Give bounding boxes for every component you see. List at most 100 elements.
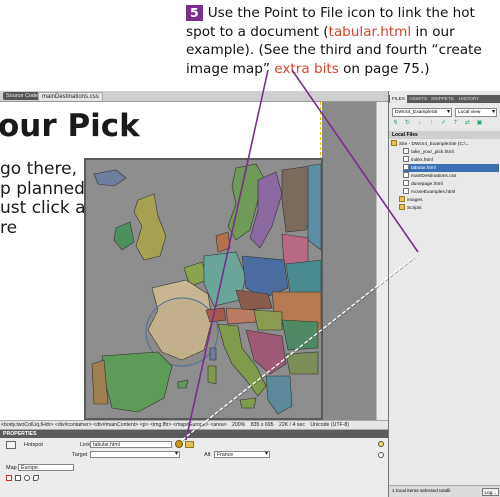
files-panel-tabs: FILES ASSETS SNIPPETS HISTORY bbox=[389, 95, 500, 103]
css-file-icon bbox=[403, 172, 409, 178]
map-russia-north bbox=[307, 163, 321, 251]
refresh-icon[interactable]: ↻ bbox=[404, 120, 411, 127]
map-label: Map bbox=[6, 465, 17, 471]
files-status-bar: 1 local items selected totalli Log... bbox=[389, 485, 500, 497]
callout-extra-bits: extra bits bbox=[274, 60, 339, 77]
help-icon[interactable] bbox=[378, 441, 384, 447]
tree-item[interactable]: images bbox=[399, 196, 422, 204]
map-bulgaria bbox=[285, 351, 319, 375]
callout-text-3: on page 75.) bbox=[338, 60, 430, 77]
status-info: 200% 835 x 695 22K / 4 sec Unicode (UTF-… bbox=[232, 421, 353, 430]
dreamweaver-window: Source Code mainDestinations.css our Pic… bbox=[0, 91, 500, 497]
body-line: ust click a bbox=[0, 198, 86, 218]
tree-item[interactable]: Site - DWcs4_ExampleSite (C:\... bbox=[391, 140, 470, 148]
sync-icon[interactable]: ⇄ bbox=[464, 120, 471, 127]
europe-map-graphic bbox=[91, 163, 321, 415]
alt-label: Alt bbox=[204, 452, 211, 458]
step-number-badge: 5 bbox=[186, 5, 203, 21]
site-select[interactable]: DWcs4_ExampleSit bbox=[392, 108, 452, 117]
point-to-file-icon[interactable] bbox=[175, 440, 183, 448]
body-line: re bbox=[0, 217, 18, 238]
put-files-icon[interactable]: ↑ bbox=[428, 120, 435, 127]
source-code-tab[interactable]: Source Code bbox=[3, 92, 42, 100]
tag-selector[interactable]: <body.twoColLiq.tHdr> <div#container> <d… bbox=[1, 421, 227, 430]
design-view[interactable]: our Pick go there, p planned ust click a… bbox=[0, 102, 376, 420]
polygon-hotspot-tool[interactable] bbox=[33, 475, 39, 481]
zoom-level[interactable]: 200% bbox=[232, 422, 245, 428]
map-name-input[interactable]: Europe bbox=[18, 464, 74, 471]
files-status-text: 1 local items selected totalli bbox=[392, 489, 451, 494]
body-line: go there, bbox=[0, 159, 77, 179]
map-austria bbox=[225, 307, 257, 325]
map-baltics bbox=[281, 233, 309, 265]
tree-item-selected[interactable]: tabular.html bbox=[403, 164, 499, 172]
browse-folder-icon[interactable] bbox=[185, 441, 194, 448]
connect-icon[interactable]: ↯ bbox=[392, 120, 399, 127]
design-vertical-scrollbar[interactable] bbox=[376, 102, 388, 420]
instruction-callout: 5 Use the Point to File icon to link the … bbox=[186, 4, 498, 78]
get-files-icon[interactable]: ↓ bbox=[416, 120, 423, 127]
map-spain bbox=[101, 351, 173, 413]
folder-icon bbox=[399, 204, 405, 210]
hotspot-label: Hotspot bbox=[24, 442, 43, 448]
quick-tag-icon[interactable] bbox=[378, 452, 384, 458]
rectangle-hotspot-tool[interactable] bbox=[15, 475, 21, 481]
properties-panel: Hotspot Link tabular.html Target Alt Fra… bbox=[0, 438, 388, 497]
properties-header[interactable]: PROPERTIES bbox=[0, 430, 388, 438]
local-files-header: Local Files bbox=[389, 131, 500, 139]
map-ireland bbox=[113, 221, 135, 251]
tree-item[interactable]: index.html bbox=[403, 156, 433, 164]
folder-icon bbox=[391, 140, 397, 146]
tree-item[interactable]: dunepage.html bbox=[403, 180, 443, 188]
expand-icon[interactable]: ▣ bbox=[476, 120, 483, 127]
window-size[interactable]: 835 x 695 bbox=[251, 422, 274, 428]
html-file-icon bbox=[403, 180, 409, 186]
map-iceland bbox=[93, 169, 127, 187]
log-button[interactable]: Log... bbox=[481, 488, 499, 496]
html-file-icon bbox=[403, 148, 409, 154]
map-sicily bbox=[239, 397, 257, 409]
html-file-icon bbox=[403, 156, 409, 162]
tab-snippets[interactable]: SNIPPETS bbox=[429, 95, 456, 103]
files-panel: FILES ASSETS SNIPPETS HISTORY DWcs4_Exam… bbox=[388, 91, 500, 497]
map-balearics bbox=[177, 379, 189, 389]
design-margin bbox=[322, 102, 376, 420]
link-label: Link bbox=[80, 442, 91, 448]
css-file-tab[interactable]: mainDestinations.css bbox=[38, 92, 103, 101]
tree-item[interactable]: mainDestinations.css bbox=[403, 172, 456, 180]
link-input[interactable]: tabular.html bbox=[90, 441, 172, 448]
alt-input[interactable]: France bbox=[214, 451, 270, 458]
map-corsica bbox=[209, 347, 217, 361]
body-line: p planned bbox=[0, 178, 85, 199]
file-size: 22K / 4 sec bbox=[278, 422, 305, 428]
target-select[interactable] bbox=[90, 451, 180, 458]
check-in-icon[interactable]: ⇡ bbox=[452, 120, 459, 127]
map-hungary bbox=[253, 309, 283, 331]
tab-files[interactable]: FILES bbox=[390, 95, 407, 103]
page-body-text: go there, p planned ust click a re bbox=[0, 159, 86, 238]
map-belarus bbox=[285, 259, 321, 295]
pointer-hotspot-tool[interactable] bbox=[6, 475, 12, 481]
hotspot-icon bbox=[6, 441, 16, 449]
circle-hotspot-tool[interactable] bbox=[24, 475, 30, 481]
map-romania bbox=[281, 319, 319, 351]
map-sardinia bbox=[207, 365, 217, 385]
tab-assets[interactable]: ASSETS bbox=[407, 95, 429, 103]
tree-item[interactable]: Scripts bbox=[399, 204, 422, 212]
tree-item[interactable]: movieExamples.html bbox=[403, 188, 455, 196]
encoding: Unicode (UTF-8) bbox=[310, 422, 350, 428]
html-file-icon bbox=[403, 188, 409, 194]
files-toolbar: ↯ ↻ ↓ ↑ ✓ ⇡ ⇄ ▣ bbox=[392, 120, 498, 128]
map-greece bbox=[265, 375, 293, 415]
page-heading: our Pick bbox=[0, 108, 140, 144]
tab-history[interactable]: HISTORY bbox=[457, 95, 481, 103]
map-denmark bbox=[215, 231, 231, 253]
folder-icon bbox=[399, 196, 405, 202]
check-out-icon[interactable]: ✓ bbox=[440, 120, 447, 127]
callout-filename: tabular.html bbox=[328, 23, 412, 40]
map-switzerland bbox=[205, 307, 227, 323]
tree-item[interactable]: take_your_pick.html bbox=[403, 148, 454, 156]
europe-map-image[interactable] bbox=[84, 158, 323, 420]
status-bar: <body.twoColLiq.tHdr> <div#container> <d… bbox=[0, 420, 388, 430]
view-select[interactable]: Local view bbox=[455, 108, 497, 117]
